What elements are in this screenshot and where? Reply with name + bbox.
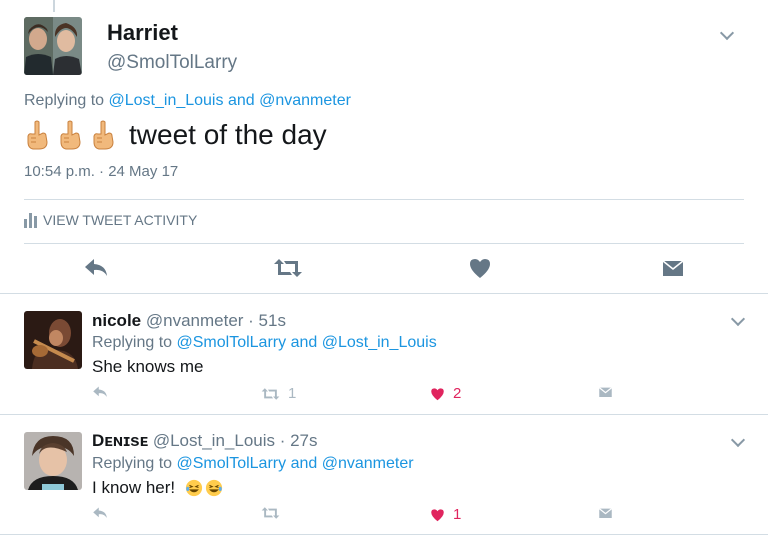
replying-and[interactable]: and xyxy=(228,92,255,109)
main-tweet: Harriet @SmolTolLarry Replying to @Lost_… xyxy=(0,0,768,294)
author-name[interactable]: nicole xyxy=(92,311,141,330)
divider xyxy=(0,534,768,535)
like-button[interactable]: 2 xyxy=(430,385,461,402)
timestamp[interactable]: 10:54 p.m. · 24 May 17 xyxy=(24,163,178,180)
mention-link[interactable]: @SmolTolLarry xyxy=(177,455,287,472)
avatar[interactable] xyxy=(24,311,82,369)
retweet-icon[interactable] xyxy=(273,257,303,284)
point-up-hand-emoji xyxy=(27,120,48,150)
reply-tweet: nicole @nvanmeter · 51s Replying to @Smo… xyxy=(0,294,768,414)
replying-prefix: Replying to xyxy=(92,455,173,472)
like-count: 1 xyxy=(453,506,462,523)
direct-message-icon[interactable] xyxy=(598,506,613,520)
direct-message-icon[interactable] xyxy=(598,385,613,399)
like-button[interactable]: 1 xyxy=(430,506,461,523)
activity-label: VIEW TWEET ACTIVITY xyxy=(43,212,198,228)
laughing-emoji xyxy=(206,479,223,497)
reply-icon[interactable] xyxy=(92,506,108,520)
tweet-actions: 1 xyxy=(0,506,768,528)
replying-prefix: Replying to xyxy=(92,334,173,351)
replying-and[interactable]: and xyxy=(291,455,318,472)
mention-link[interactable]: @Lost_in_Louis xyxy=(109,92,224,109)
tweet-body: She knows me xyxy=(92,357,204,376)
retweet-icon xyxy=(261,387,280,400)
reply-tweet: Dᴇɴɪsᴇ @Lost_in_Louis · 27s Replying to … xyxy=(0,415,768,535)
chevron-down-icon[interactable] xyxy=(719,25,735,41)
retweet-button[interactable]: 1 xyxy=(261,385,296,402)
bar-chart-icon xyxy=(24,212,37,228)
divider xyxy=(24,243,744,244)
reply-header: nicole @nvanmeter · 51s xyxy=(92,311,286,331)
tweet-text: She knows me xyxy=(92,357,204,377)
like-icon[interactable] xyxy=(468,257,492,284)
tweet-body: I know her! xyxy=(92,478,176,497)
point-up-hand-emoji xyxy=(93,120,114,150)
like-icon xyxy=(431,508,444,521)
replying-to: Replying to @SmolTolLarry and @nvanmeter xyxy=(92,455,414,473)
retweet-count: 1 xyxy=(288,385,297,402)
tweet-actions: 1 2 xyxy=(0,385,768,407)
author-name[interactable]: Harriet xyxy=(107,20,178,46)
avatar[interactable] xyxy=(24,432,82,490)
divider xyxy=(24,199,744,200)
tweet-text: tweet of the day xyxy=(24,119,327,151)
mention-link[interactable]: @nvanmeter xyxy=(322,455,414,472)
reply-icon[interactable] xyxy=(83,257,109,284)
mention-link[interactable]: @SmolTolLarry xyxy=(177,334,287,351)
chevron-down-icon[interactable] xyxy=(730,432,746,448)
mention-link[interactable]: @Lost_in_Louis xyxy=(322,334,437,351)
chevron-down-icon[interactable] xyxy=(730,311,746,327)
view-tweet-activity-link[interactable]: VIEW TWEET ACTIVITY xyxy=(24,212,197,228)
avatar[interactable] xyxy=(24,17,82,75)
laughing-emoji xyxy=(186,479,203,497)
author-handle[interactable]: @SmolTolLarry xyxy=(107,52,237,74)
reply-header: Dᴇɴɪsᴇ @Lost_in_Louis · 27s xyxy=(92,431,318,451)
direct-message-icon[interactable] xyxy=(661,257,685,284)
mention-link[interactable]: @nvanmeter xyxy=(259,92,351,109)
replying-to: Replying to @Lost_in_Louis and @nvanmete… xyxy=(24,92,351,110)
tweet-actions xyxy=(0,250,768,290)
replying-and[interactable]: and xyxy=(291,334,318,351)
tweet-body: tweet of the day xyxy=(129,119,327,150)
tweet-text: I know her! xyxy=(92,478,223,498)
like-icon xyxy=(431,387,444,400)
like-count: 2 xyxy=(453,385,462,402)
author-name[interactable]: Dᴇɴɪsᴇ xyxy=(92,431,148,450)
retweet-icon[interactable] xyxy=(261,506,280,520)
replying-to: Replying to @SmolTolLarry and @Lost_in_L… xyxy=(92,334,437,352)
replying-prefix: Replying to xyxy=(24,92,105,109)
reply-icon[interactable] xyxy=(92,385,108,399)
author-handle[interactable]: @nvanmeter · 51s xyxy=(146,311,286,330)
author-handle[interactable]: @Lost_in_Louis · 27s xyxy=(153,431,318,450)
point-up-hand-emoji xyxy=(60,120,81,150)
